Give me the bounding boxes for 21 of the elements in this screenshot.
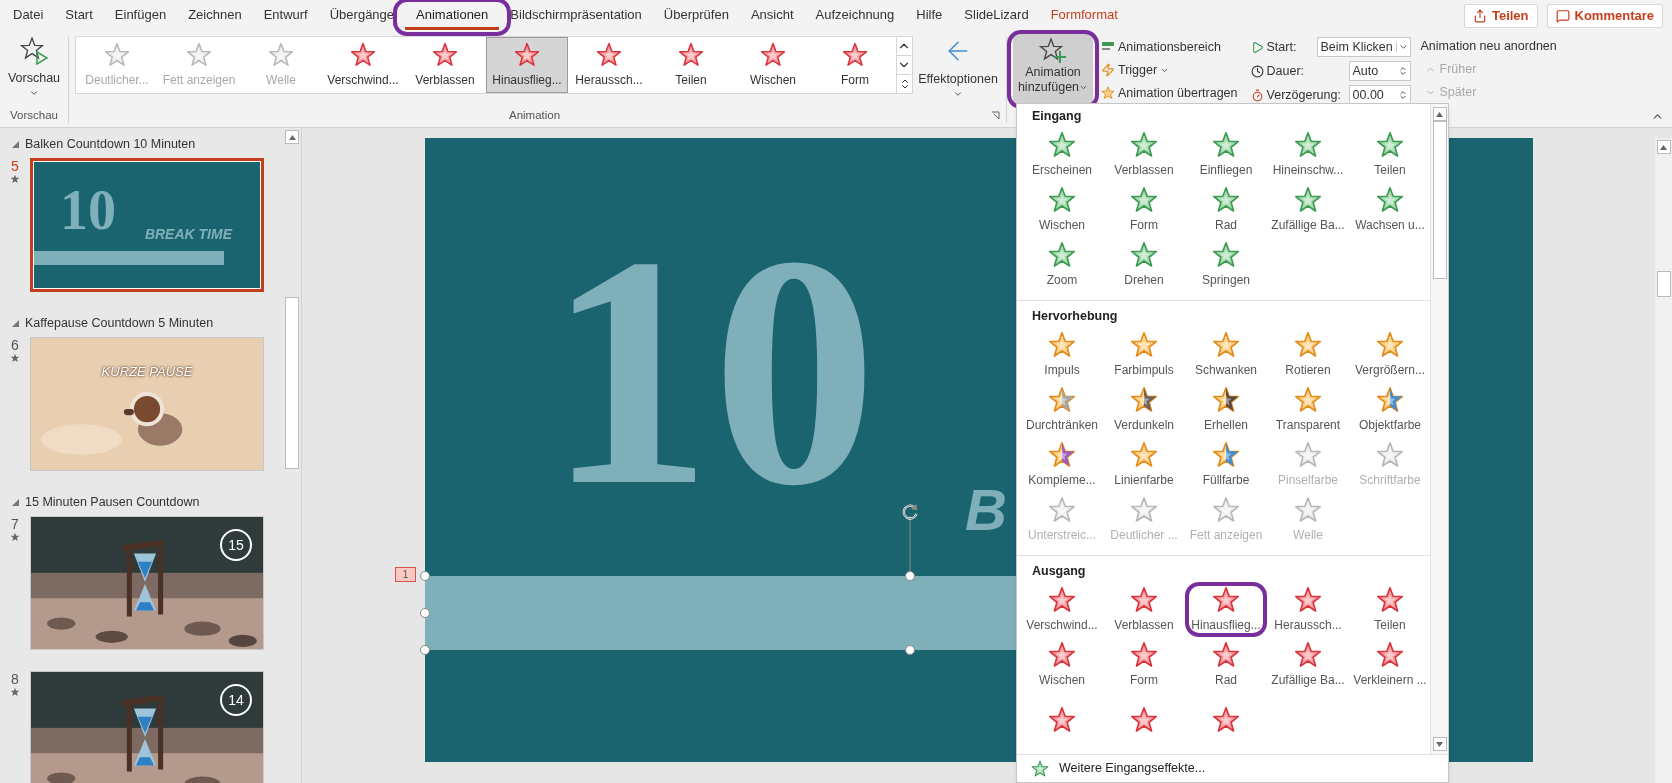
- slide-number: 7: [11, 516, 19, 532]
- group-label: Animation: [509, 107, 561, 123]
- thumbnail-title: 10: [60, 182, 116, 238]
- animation-tag: 1: [395, 567, 416, 582]
- section-heading: Ausgang: [1032, 563, 1087, 580]
- slide-subtitle: B: [965, 481, 1007, 539]
- field-label: Dauer:: [1266, 62, 1305, 80]
- slide-number: 8: [11, 671, 19, 687]
- slide-number: 5: [11, 158, 19, 174]
- thumbnail-title: KURZE PAUSE: [100, 363, 194, 381]
- group-label: Vorschau: [10, 107, 58, 123]
- field-label: Start:: [1266, 38, 1297, 56]
- section-heading: Eingang: [1032, 108, 1083, 125]
- thumbnail-subtitle: BREAK TIME: [144, 225, 232, 244]
- number-badge: 15: [220, 529, 252, 561]
- slide-number: 6: [11, 337, 19, 353]
- field-label: Verzögerung:: [1266, 86, 1341, 104]
- number-badge: 14: [220, 684, 252, 716]
- slide-title: 10: [547, 206, 877, 536]
- group-title: Animation neu anordnen: [1420, 37, 1557, 55]
- section-heading: Hervorhebung: [1032, 308, 1119, 325]
